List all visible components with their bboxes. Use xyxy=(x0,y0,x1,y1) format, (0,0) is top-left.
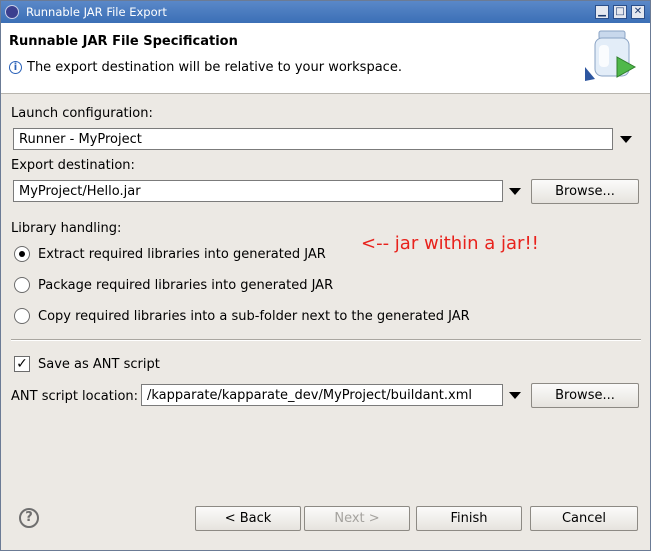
save-ant-script-label[interactable]: Save as ANT script xyxy=(38,357,160,372)
annotation-note: <-- jar within a jar!! xyxy=(361,233,539,254)
launch-config-combo[interactable]: Runner - MyProject xyxy=(13,128,613,150)
info-icon: i xyxy=(9,61,22,74)
help-icon[interactable]: ? xyxy=(19,508,39,528)
export-destination-value: MyProject/Hello.jar xyxy=(19,184,141,199)
export-browse-button[interactable]: Browse... xyxy=(531,179,639,204)
extract-libraries-radio[interactable] xyxy=(14,246,30,262)
jar-export-banner-icon xyxy=(585,30,637,81)
next-button[interactable]: Next > xyxy=(304,506,410,531)
export-destination-label: Export destination: xyxy=(11,158,135,173)
export-destination-dropdown-icon[interactable] xyxy=(509,188,521,195)
ant-browse-button[interactable]: Browse... xyxy=(531,383,639,408)
copy-libraries-label[interactable]: Copy required libraries into a sub-folde… xyxy=(38,309,470,324)
launch-config-value: Runner - MyProject xyxy=(19,132,142,147)
minimize-button[interactable]: ▁ xyxy=(595,5,609,19)
window-title: Runnable JAR File Export xyxy=(26,5,167,19)
copy-libraries-radio[interactable] xyxy=(14,308,30,324)
save-ant-script-checkbox[interactable]: ✓ xyxy=(14,356,30,372)
library-handling-label: Library handling: xyxy=(11,221,122,236)
cancel-button[interactable]: Cancel xyxy=(530,506,638,531)
launch-config-label: Launch configuration: xyxy=(11,106,153,121)
ant-location-label: ANT script location: xyxy=(11,389,139,404)
package-libraries-label[interactable]: Package required libraries into generate… xyxy=(38,278,333,293)
ant-location-dropdown-icon[interactable] xyxy=(509,392,521,399)
page-title: Runnable JAR File Specification xyxy=(9,34,238,49)
separator xyxy=(11,339,641,341)
extract-libraries-label[interactable]: Extract required libraries into generate… xyxy=(38,247,326,262)
export-destination-combo[interactable]: MyProject/Hello.jar xyxy=(13,180,503,202)
title-bar: Runnable JAR File Export ▁ □ ✕ xyxy=(1,1,650,23)
wizard-header: Runnable JAR File Specification i The ex… xyxy=(1,23,650,94)
eclipse-icon xyxy=(5,5,19,19)
launch-config-dropdown-icon[interactable] xyxy=(620,136,632,143)
ant-location-combo[interactable]: /kapparate/kapparate_dev/MyProject/build… xyxy=(141,384,503,406)
maximize-button[interactable]: □ xyxy=(613,5,627,19)
close-button[interactable]: ✕ xyxy=(631,5,645,19)
finish-button[interactable]: Finish xyxy=(416,506,522,531)
back-button[interactable]: < Back xyxy=(195,506,301,531)
package-libraries-radio[interactable] xyxy=(14,277,30,293)
export-dialog: Runnable JAR File Export ▁ □ ✕ Runnable … xyxy=(0,0,651,551)
ant-location-value: /kapparate/kapparate_dev/MyProject/build… xyxy=(147,388,473,403)
header-message: The export destination will be relative … xyxy=(27,60,402,75)
